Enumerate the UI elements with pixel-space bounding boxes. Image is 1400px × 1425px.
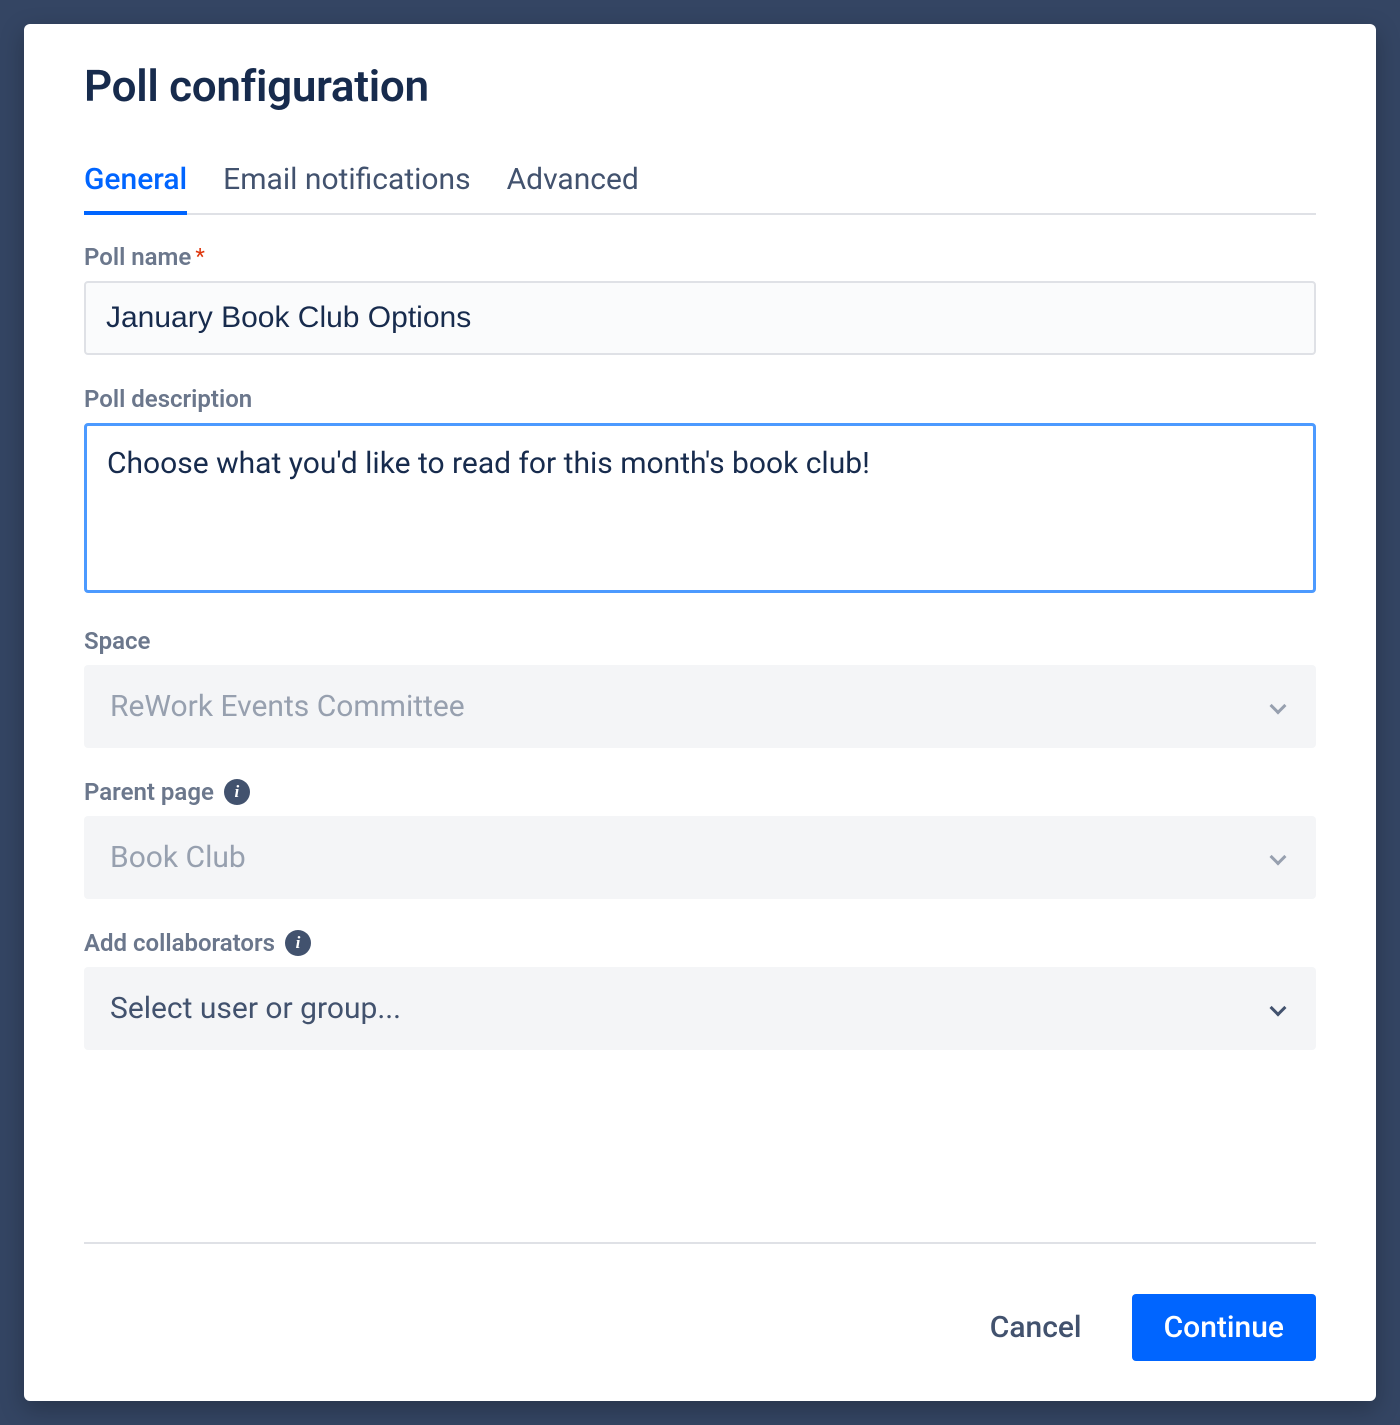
form: Poll name * Poll description Space ReWor… <box>84 243 1316 1202</box>
field-collaborators: Add collaborators i Select user or group… <box>84 929 1316 1050</box>
poll-config-modal: Poll configuration General Email notific… <box>24 24 1376 1401</box>
poll-description-label: Poll description <box>84 385 252 413</box>
modal-footer: Cancel Continue <box>84 1242 1316 1361</box>
space-select[interactable]: ReWork Events Committee <box>84 665 1316 748</box>
chevron-down-icon <box>1268 696 1290 718</box>
tabs: General Email notifications Advanced <box>84 162 1316 215</box>
collaborators-placeholder: Select user or group... <box>110 991 401 1026</box>
parent-page-selected-value: Book Club <box>110 840 246 875</box>
space-label: Space <box>84 627 150 655</box>
field-poll-name: Poll name * <box>84 243 1316 355</box>
info-icon[interactable]: i <box>224 779 250 805</box>
field-space: Space ReWork Events Committee <box>84 627 1316 748</box>
collaborators-select[interactable]: Select user or group... <box>84 967 1316 1050</box>
tab-general[interactable]: General <box>84 162 187 215</box>
poll-name-input[interactable] <box>84 281 1316 355</box>
required-asterisk-icon: * <box>195 245 204 270</box>
tab-advanced[interactable]: Advanced <box>507 162 639 215</box>
continue-button[interactable]: Continue <box>1132 1294 1316 1361</box>
parent-page-label: Parent page <box>84 778 214 806</box>
poll-name-label: Poll name <box>84 243 191 271</box>
cancel-button[interactable]: Cancel <box>958 1294 1114 1361</box>
tab-label: Advanced <box>507 162 639 197</box>
field-poll-description: Poll description <box>84 385 1316 597</box>
poll-description-textarea[interactable] <box>84 423 1316 593</box>
chevron-down-icon <box>1268 998 1290 1020</box>
space-selected-value: ReWork Events Committee <box>110 689 465 724</box>
parent-page-select[interactable]: Book Club <box>84 816 1316 899</box>
tab-label: General <box>84 162 187 197</box>
info-icon[interactable]: i <box>285 930 311 956</box>
modal-title: Poll configuration <box>84 60 1316 112</box>
chevron-down-icon <box>1268 847 1290 869</box>
tab-email-notifications[interactable]: Email notifications <box>223 162 470 215</box>
field-parent-page: Parent page i Book Club <box>84 778 1316 899</box>
collaborators-label: Add collaborators <box>84 929 275 957</box>
tab-label: Email notifications <box>223 162 470 197</box>
